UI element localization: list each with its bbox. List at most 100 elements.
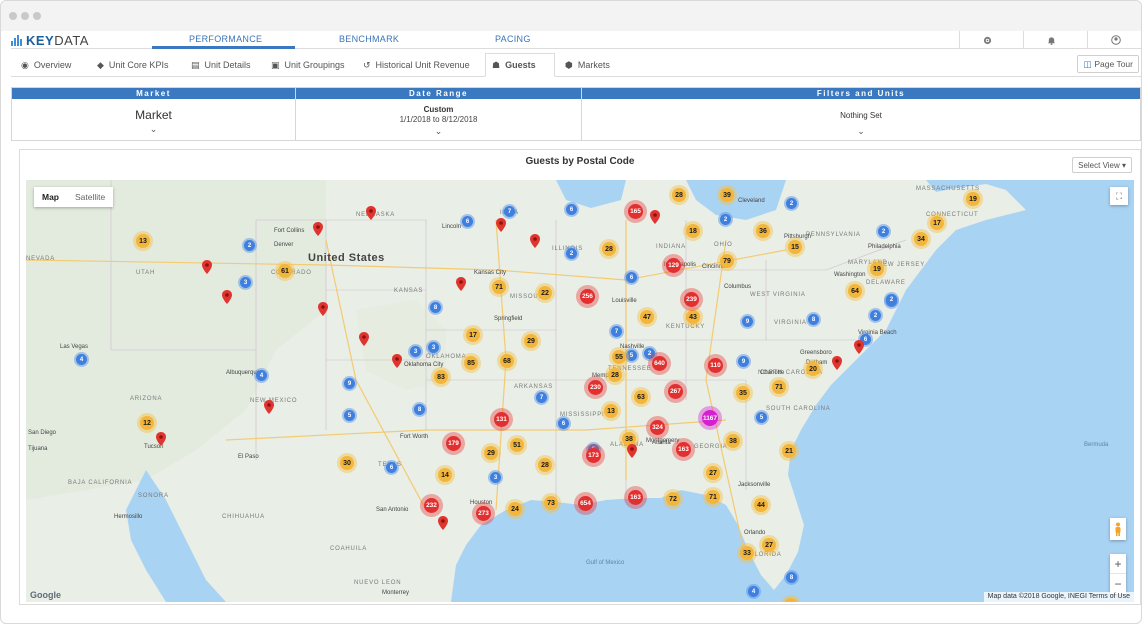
map-cluster-marker[interactable]: 63 <box>634 390 648 404</box>
tab-overview[interactable]: ◉ Overview <box>15 53 77 77</box>
tab-unit-details[interactable]: ▤ Unit Details <box>185 53 257 77</box>
map-cluster-marker[interactable]: 38 <box>726 434 740 448</box>
map-cluster-marker[interactable]: 28 <box>602 242 616 256</box>
map-pin-icon[interactable] <box>530 234 540 248</box>
map-cluster-marker[interactable]: 39 <box>720 188 734 202</box>
map-cluster-marker[interactable]: 27 <box>762 538 776 552</box>
map-cluster-marker[interactable]: 230 <box>588 380 603 395</box>
map-type-map-button[interactable]: Map <box>34 187 67 207</box>
user-menu-button[interactable] <box>1087 31 1141 49</box>
map-cluster-marker[interactable]: 324 <box>650 420 665 435</box>
window-close-dot[interactable] <box>9 12 17 20</box>
map-pin-icon[interactable] <box>156 432 166 446</box>
map-cluster-marker[interactable]: 30 <box>340 456 354 470</box>
map-cluster-marker[interactable]: 7 <box>536 392 547 403</box>
map-cluster-marker[interactable]: 29 <box>524 334 538 348</box>
select-view-dropdown[interactable]: Select View ▾ <box>1072 157 1132 173</box>
map-cluster-marker[interactable]: 19 <box>966 192 980 206</box>
map-cluster-marker[interactable]: 165 <box>628 204 643 219</box>
map-cluster-marker[interactable]: 8 <box>414 404 425 415</box>
tab-historical-unit-revenue[interactable]: ↺ Historical Unit Revenue <box>357 53 476 77</box>
map-cluster-marker[interactable]: 4 <box>748 586 759 597</box>
tab-markets[interactable]: ⬢ Markets <box>559 53 616 77</box>
map-cluster-marker[interactable]: 28 <box>538 458 552 472</box>
map-cluster-marker[interactable]: 8 <box>808 314 819 325</box>
map-cluster-marker[interactable]: 36 <box>756 224 770 238</box>
map-cluster-marker[interactable]: 8 <box>786 572 797 583</box>
map-cluster-marker[interactable]: 2 <box>786 198 797 209</box>
map-cluster-marker[interactable]: 129 <box>666 258 681 273</box>
map-cluster-marker[interactable]: 2 <box>566 248 577 259</box>
map-cluster-marker[interactable]: 163 <box>628 490 643 505</box>
map-cluster-marker[interactable]: 1167 <box>702 410 718 426</box>
map-cluster-marker[interactable]: 131 <box>494 412 509 427</box>
map-cluster-marker[interactable]: 73 <box>544 496 558 510</box>
zoom-in-button[interactable]: + <box>1110 554 1126 574</box>
map-cluster-marker[interactable]: 4 <box>76 354 87 365</box>
map-cluster-marker[interactable]: 22 <box>538 286 552 300</box>
map-cluster-marker[interactable]: 2 <box>244 240 255 251</box>
tab-guests[interactable]: ☗ Guests <box>485 53 555 77</box>
map-cluster-marker[interactable]: 28 <box>672 188 686 202</box>
market-filter[interactable]: Market Market ⌄ <box>12 88 296 140</box>
map-cluster-marker[interactable]: 68 <box>500 354 514 368</box>
map-cluster-marker[interactable]: 15 <box>788 240 802 254</box>
map-pin-icon[interactable] <box>392 354 402 368</box>
map-cluster-marker[interactable]: 6 <box>558 418 569 429</box>
map-pin-icon[interactable] <box>366 206 376 220</box>
map-cluster-marker[interactable]: 43 <box>686 310 700 324</box>
map-cluster-marker[interactable]: 267 <box>668 384 683 399</box>
window-minimize-dot[interactable] <box>21 12 29 20</box>
map-cluster-marker[interactable]: 654 <box>578 496 593 511</box>
map-pin-icon[interactable] <box>359 332 369 346</box>
map-cluster-marker[interactable]: 640 <box>652 356 667 371</box>
map-cluster-marker[interactable]: 179 <box>446 436 461 451</box>
map-cluster-marker[interactable]: 14 <box>438 468 452 482</box>
map-cluster-marker[interactable]: 85 <box>464 356 478 370</box>
guests-map[interactable]: Map Satellite ⛶ United States NEBRASKA UT… <box>26 180 1134 602</box>
map-pin-icon[interactable] <box>202 260 212 274</box>
map-pin-icon[interactable] <box>627 444 637 458</box>
map-cluster-marker[interactable]: 71 <box>492 280 506 294</box>
map-cluster-marker[interactable]: 29 <box>484 446 498 460</box>
keydata-logo[interactable]: KEYDATA <box>11 31 89 49</box>
map-cluster-marker[interactable]: 2 <box>870 310 881 321</box>
map-cluster-marker[interactable]: 17 <box>930 216 944 230</box>
map-pin-icon[interactable] <box>264 400 274 414</box>
settings-button[interactable] <box>959 31 1015 49</box>
map-cluster-marker[interactable]: 3 <box>490 472 501 483</box>
tab-pacing[interactable]: PACING <box>495 34 531 44</box>
tab-unit-groupings[interactable]: ▣ Unit Groupings <box>265 53 351 77</box>
map-cluster-marker[interactable]: 71 <box>772 380 786 394</box>
map-cluster-marker[interactable]: 12 <box>140 416 154 430</box>
map-cluster-marker[interactable]: 19 <box>870 262 884 276</box>
map-credit[interactable]: Map data ©2018 Google, INEGI Terms of Us… <box>983 592 1134 602</box>
map-pin-icon[interactable] <box>832 356 842 370</box>
map-cluster-marker[interactable]: 9 <box>738 356 749 367</box>
map-cluster-marker[interactable]: 6 <box>566 204 577 215</box>
map-pin-icon[interactable] <box>318 302 328 316</box>
map-cluster-marker[interactable]: 232 <box>424 498 439 513</box>
map-cluster-marker[interactable]: 7 <box>611 326 622 337</box>
map-cluster-marker[interactable]: 110 <box>708 358 723 373</box>
map-cluster-marker[interactable]: 173 <box>586 448 601 463</box>
map-cluster-marker[interactable]: 3 <box>428 342 439 353</box>
map-cluster-marker[interactable]: 17 <box>466 328 480 342</box>
map-cluster-marker[interactable]: 6 <box>386 462 397 473</box>
map-cluster-marker[interactable]: 34 <box>914 232 928 246</box>
tab-performance[interactable]: PERFORMANCE <box>189 34 262 44</box>
map-pin-icon[interactable] <box>313 222 323 236</box>
map-cluster-marker[interactable]: 6 <box>626 272 637 283</box>
map-cluster-marker[interactable]: 18 <box>686 224 700 238</box>
map-cluster-marker[interactable]: 4 <box>256 370 267 381</box>
map-cluster-marker[interactable]: 64 <box>848 284 862 298</box>
map-cluster-marker[interactable]: 13 <box>604 404 618 418</box>
map-pin-icon[interactable] <box>456 277 466 291</box>
street-view-pegman[interactable] <box>1110 518 1126 540</box>
map-pin-icon[interactable] <box>438 516 448 530</box>
map-cluster-marker[interactable]: 35 <box>736 386 750 400</box>
map-cluster-marker[interactable]: 2 <box>886 294 897 305</box>
tab-benchmark[interactable]: BENCHMARK <box>339 34 399 44</box>
map-cluster-marker[interactable]: 21 <box>782 444 796 458</box>
map-cluster-marker[interactable]: 47 <box>640 310 654 324</box>
